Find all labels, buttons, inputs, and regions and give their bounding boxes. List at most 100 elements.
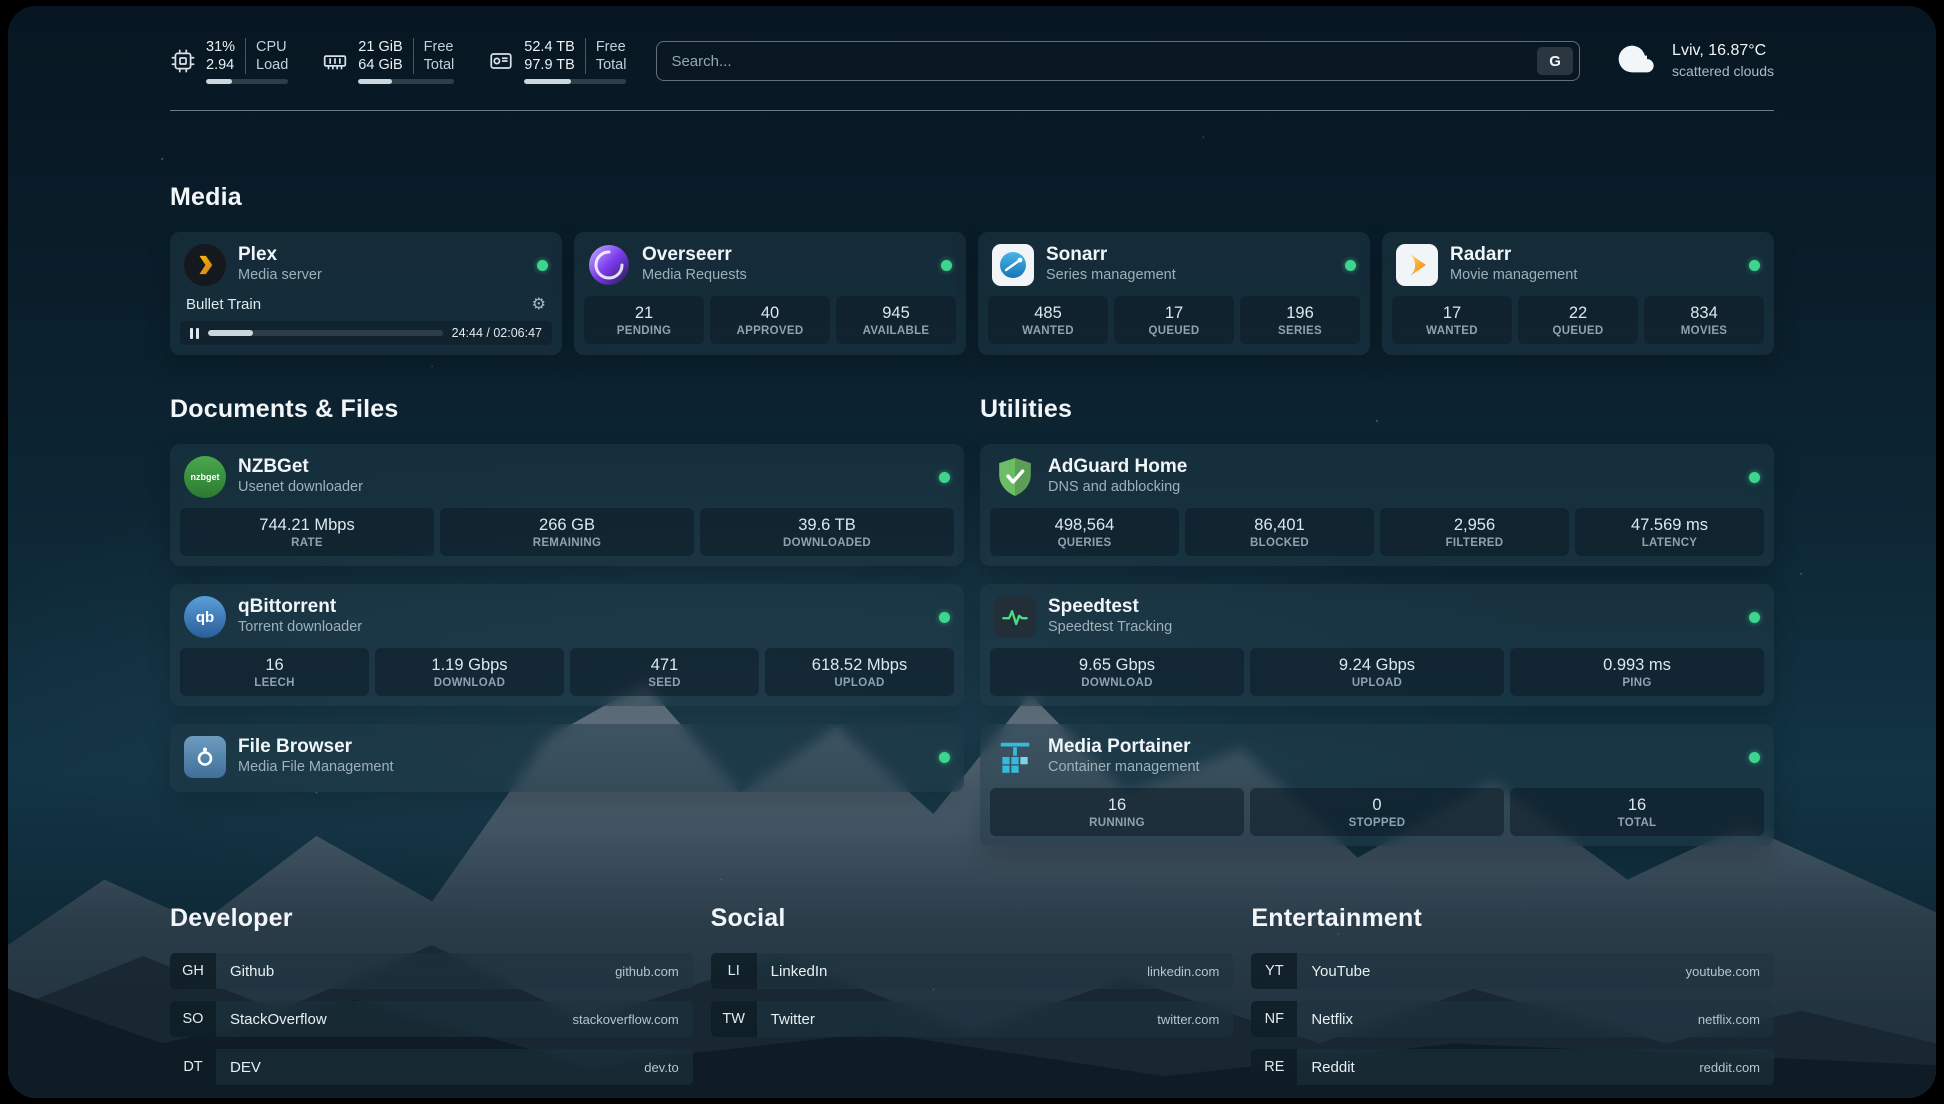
bookmark-abbr: LI — [711, 953, 757, 989]
stat-value: 2,956 — [1384, 515, 1565, 536]
sonarr-icon — [992, 244, 1034, 286]
stat-label: FILTERED — [1384, 537, 1565, 549]
stat-block: 16 LEECH — [180, 648, 369, 696]
bookmark-youtube[interactable]: YT YouTube youtube.com — [1251, 953, 1774, 989]
stat-value: 498,564 — [994, 515, 1175, 536]
service-card-plex[interactable]: Plex Media server Bullet Train ⚙ — [170, 232, 562, 355]
stat-block: 498,564 QUERIES — [990, 508, 1179, 556]
screen: 31% CPU 2.94 Load — [0, 0, 1944, 1104]
stat-value: 47.569 ms — [1579, 515, 1760, 536]
service-name: Sonarr — [1046, 244, 1176, 265]
status-dot — [1749, 612, 1760, 623]
bookmark-reddit[interactable]: RE Reddit reddit.com — [1251, 1049, 1774, 1085]
stat-label: DOWNLOAD — [994, 677, 1240, 689]
bookmark-abbr: GH — [170, 953, 216, 989]
stat-block: 17 WANTED — [1392, 296, 1512, 344]
memory-free-label: Free — [413, 38, 455, 56]
stat-value: 9.24 Gbps — [1254, 655, 1500, 676]
bookmark-abbr: YT — [1251, 953, 1297, 989]
bookmark-abbr: NF — [1251, 1001, 1297, 1037]
stat-block: 2,956 FILTERED — [1380, 508, 1569, 556]
cpu-load-value: 2.94 — [206, 56, 245, 74]
bookmark-dev[interactable]: DT DEV dev.to — [170, 1049, 693, 1085]
memory-icon — [322, 48, 348, 74]
service-card-qbittorrent[interactable]: qb qBittorrent Torrent downloader 16 — [170, 584, 964, 706]
bookmark-abbr: DT — [170, 1049, 216, 1085]
section-utilities: Utilities AdGuard Home DNS and adblockin… — [980, 395, 1774, 864]
overseerr-icon — [588, 244, 630, 286]
stat-value: 834 — [1648, 303, 1760, 324]
stat-label: REMAINING — [444, 537, 690, 549]
stat-label: PING — [1514, 677, 1760, 689]
content: 31% CPU 2.94 Load — [8, 34, 1936, 1098]
service-card-speedtest[interactable]: Speedtest Speedtest Tracking 9.65 Gbps D… — [980, 584, 1774, 706]
service-card-overseerr[interactable]: Overseerr Media Requests 21 PENDING — [574, 232, 966, 355]
pause-icon[interactable] — [190, 328, 199, 339]
service-card-nzbget[interactable]: nzbget NZBGet Usenet downloader 744.21 M… — [170, 444, 964, 566]
stat-value: 22 — [1522, 303, 1634, 324]
bookmark-name: LinkedIn — [771, 963, 828, 980]
stat-block: 22 QUEUED — [1518, 296, 1638, 344]
bookmark-twitter[interactable]: TW Twitter twitter.com — [711, 1001, 1234, 1037]
cpu-usage-value: 31% — [206, 38, 245, 56]
stat-value: 744.21 Mbps — [184, 515, 430, 536]
filebrowser-icon — [184, 736, 226, 778]
stat-label: DOWNLOAD — [379, 677, 560, 689]
stat-value: 16 — [994, 795, 1240, 816]
bookmark-netflix[interactable]: NF Netflix netflix.com — [1251, 1001, 1774, 1037]
memory-progress-fill — [358, 79, 392, 84]
stat-block: 471 SEED — [570, 648, 759, 696]
stat-block: 945 AVAILABLE — [836, 296, 956, 344]
service-card-radarr[interactable]: Radarr Movie management 17 WANTED — [1382, 232, 1774, 355]
stat-value: 0.993 ms — [1514, 655, 1760, 676]
stat-value: 471 — [574, 655, 755, 676]
search-bar: G — [656, 41, 1580, 81]
service-name: Media Portainer — [1048, 736, 1200, 757]
section-title-documents: Documents & Files — [170, 395, 964, 424]
stat-label: APPROVED — [714, 325, 826, 337]
disk-free-value: 52.4 TB — [524, 38, 585, 56]
bookmark-group-social: Social LI LinkedIn linkedin.com TW Twitt… — [711, 904, 1234, 1097]
bookmark-github[interactable]: GH Github github.com — [170, 953, 693, 989]
stat-label: QUERIES — [994, 537, 1175, 549]
stat-block: 9.65 Gbps DOWNLOAD — [990, 648, 1244, 696]
bookmark-linkedin[interactable]: LI LinkedIn linkedin.com — [711, 953, 1234, 989]
bookmark-stackoverflow[interactable]: SO StackOverflow stackoverflow.com — [170, 1001, 693, 1037]
stat-block: 16 TOTAL — [1510, 788, 1764, 836]
service-name: Overseerr — [642, 244, 747, 265]
service-card-portainer[interactable]: Media Portainer Container management 16 … — [980, 724, 1774, 846]
service-card-sonarr[interactable]: Sonarr Series management 485 WANTED — [978, 232, 1370, 355]
resource-widgets: 31% CPU 2.94 Load — [170, 38, 626, 84]
bookmark-url: reddit.com — [1699, 1060, 1760, 1075]
search-provider-button[interactable]: G — [1537, 47, 1573, 75]
stat-block: 834 MOVIES — [1644, 296, 1764, 344]
service-name: AdGuard Home — [1048, 456, 1187, 477]
status-dot — [1749, 472, 1760, 483]
stat-value: 17 — [1396, 303, 1508, 324]
service-description: Media server — [238, 265, 322, 286]
service-description: Container management — [1048, 757, 1200, 778]
search-input[interactable] — [671, 53, 1537, 70]
service-card-adguard[interactable]: AdGuard Home DNS and adblocking 498,564 … — [980, 444, 1774, 566]
bookmark-abbr: SO — [170, 1001, 216, 1037]
portainer-icon — [994, 736, 1036, 778]
dashboard: 31% CPU 2.94 Load — [8, 6, 1936, 1098]
cpu-usage-label: CPU — [245, 38, 288, 56]
stat-block: 39.6 TB DOWNLOADED — [700, 508, 954, 556]
bookmark-url: linkedin.com — [1147, 964, 1219, 979]
service-description: Speedtest Tracking — [1048, 617, 1172, 638]
stat-label: TOTAL — [1514, 817, 1760, 829]
stat-block: 266 GB REMAINING — [440, 508, 694, 556]
stat-value: 485 — [992, 303, 1104, 324]
memory-widget: 21 GiB Free 64 GiB Total — [322, 38, 454, 84]
playback-time: 24:44 / 02:06:47 — [452, 326, 542, 340]
gear-icon[interactable]: ⚙ — [532, 297, 546, 313]
stat-label: UPLOAD — [1254, 677, 1500, 689]
stat-value: 618.52 Mbps — [769, 655, 950, 676]
stat-block: 16 RUNNING — [990, 788, 1244, 836]
stat-label: SERIES — [1244, 325, 1356, 337]
status-dot — [941, 260, 952, 271]
service-name: qBittorrent — [238, 596, 362, 617]
cpu-progress-bar — [206, 79, 288, 84]
service-card-filebrowser[interactable]: File Browser Media File Management — [170, 724, 964, 792]
